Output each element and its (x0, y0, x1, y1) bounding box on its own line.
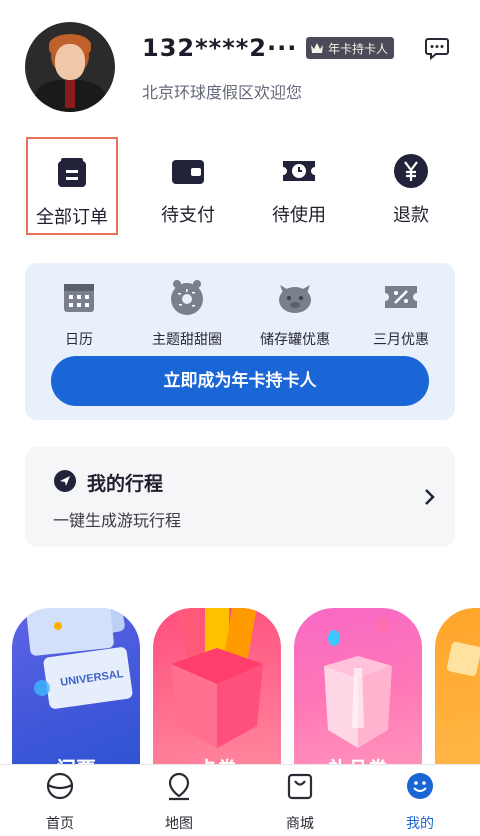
smiley-profile-icon (407, 773, 433, 799)
benefit-march-discount[interactable]: 三月优惠 (351, 277, 451, 349)
home-planet-icon (46, 772, 74, 800)
benefit-piggy-bank[interactable]: 储存罐优惠 (245, 277, 345, 349)
bottom-tab-bar: 首页 地图 商城 我的 (0, 764, 480, 836)
order-all-button[interactable]: 全部订单 (26, 137, 118, 235)
tab-home-label: 首页 (46, 816, 74, 832)
annual-pass-panel: 日历 主题甜甜圈 储存罐优惠 三月优惠 立即成为年卡持卡人 (25, 263, 455, 420)
card-vouchers-label: 卡券 (153, 753, 281, 764)
gift-box-illustration (171, 608, 263, 748)
card-vouchers[interactable]: 卡券 (153, 608, 281, 764)
benefit-march-discount-label: 三月优惠 (373, 332, 429, 348)
benefit-calendar-label: 日历 (65, 332, 93, 348)
order-shortcuts: 全部订单 待支付 待使用 退款 (0, 137, 480, 237)
message-icon[interactable] (424, 35, 450, 61)
tab-shop-label: 商城 (286, 816, 314, 832)
order-list-icon (58, 158, 86, 187)
card-gift-vouchers[interactable]: 礼品券 (294, 608, 422, 764)
card-more[interactable] (435, 608, 480, 764)
piggy-bank-icon (279, 285, 311, 313)
itinerary-card[interactable]: 我的行程 一键生成游玩行程 (25, 447, 455, 547)
tab-home[interactable]: 首页 (20, 771, 100, 833)
crown-icon (311, 43, 323, 53)
card-tickets[interactable]: UNIVERSAL 门票 (12, 608, 140, 764)
navigation-arrow-icon (54, 470, 76, 492)
card-tickets-label: 门票 (12, 753, 140, 764)
order-to-use-label: 待使用 (272, 205, 326, 226)
order-pending-payment-label: 待支付 (161, 205, 215, 226)
order-to-use-button[interactable]: 待使用 (253, 137, 345, 235)
product-cards: UNIVERSAL 门票 卡券 礼品券 (0, 580, 480, 764)
itinerary-subtitle: 一键生成游玩行程 (53, 511, 182, 530)
map-pin-icon (168, 772, 190, 801)
username: 132****2··· (142, 34, 298, 62)
wallet-icon (172, 160, 204, 184)
clock-ticket-icon (283, 161, 315, 181)
donut-icon (171, 280, 203, 315)
chevron-right-icon (425, 489, 435, 505)
shopping-bag-icon (287, 773, 313, 800)
benefit-donut-label: 主题甜甜圈 (152, 332, 222, 348)
welcome-text: 北京环球度假区欢迎您 (142, 83, 303, 102)
order-refund-button[interactable]: 退款 (365, 137, 457, 235)
order-refund-label: 退款 (393, 205, 429, 226)
order-all-label: 全部订单 (36, 207, 108, 228)
tab-shop[interactable]: 商城 (260, 771, 340, 833)
calendar-icon (64, 284, 94, 312)
card-gift-vouchers-label: 礼品券 (294, 753, 422, 764)
badge-label: 年卡持卡人 (328, 41, 389, 56)
itinerary-title: 我的行程 (87, 473, 164, 495)
become-annual-pass-holder-button[interactable]: 立即成为年卡持卡人 (51, 356, 429, 406)
member-badge[interactable]: 年卡持卡人 (306, 37, 395, 59)
benefit-piggy-bank-label: 储存罐优惠 (260, 332, 330, 348)
benefit-donut[interactable]: 主题甜甜圈 (137, 277, 237, 349)
card-more-illustration (446, 641, 480, 677)
tab-mine[interactable]: 我的 (380, 771, 460, 833)
order-pending-payment-button[interactable]: 待支付 (142, 137, 234, 235)
profile-header: 132****2··· 年卡持卡人 北京环球度假区欢迎您 (0, 0, 480, 130)
benefit-calendar[interactable]: 日历 (29, 277, 129, 349)
tab-map[interactable]: 地图 (139, 771, 219, 833)
tab-map-label: 地图 (165, 816, 193, 832)
ticket-illustration: UNIVERSAL (26, 608, 133, 709)
gift-balloons-illustration (324, 617, 392, 748)
tab-mine-label: 我的 (406, 816, 434, 832)
avatar[interactable] (25, 22, 115, 112)
yen-refund-icon (394, 154, 428, 188)
discount-ticket-icon (385, 286, 417, 308)
